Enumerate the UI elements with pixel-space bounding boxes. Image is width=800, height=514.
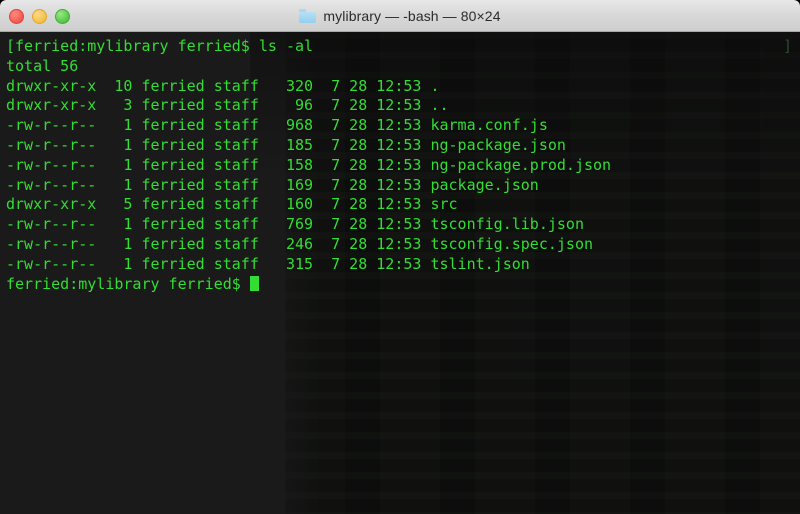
listing-row: -rw-r--r-- 1 ferried staff 185 7 28 12:5… xyxy=(6,135,566,154)
minimize-button[interactable] xyxy=(32,8,47,24)
command-line: [ferried:mylibrary ferried$ ls -al xyxy=(6,37,800,57)
prompt-text: ferried:mylibrary ferried$ xyxy=(6,274,250,293)
prompt-line: ferried:mylibrary ferried$ xyxy=(6,275,800,295)
folder-icon xyxy=(299,9,317,23)
listing-row: -rw-r--r-- 1 ferried staff 769 7 28 12:5… xyxy=(6,215,584,234)
listing-row: -rw-r--r-- 1 ferried staff 169 7 28 12:5… xyxy=(6,175,539,194)
listing-row: drwxr-xr-x 10 ferried staff 320 7 28 12:… xyxy=(6,76,440,95)
close-button[interactable] xyxy=(9,8,24,24)
directory-listing: drwxr-xr-x 10 ferried staff 320 7 28 12:… xyxy=(6,77,800,275)
listing-row: -rw-r--r-- 1 ferried staff 246 7 28 12:5… xyxy=(6,234,593,253)
maximize-button[interactable] xyxy=(55,8,70,24)
traffic-light-group xyxy=(9,0,70,32)
listing-row: -rw-r--r-- 1 ferried staff 158 7 28 12:5… xyxy=(6,155,612,174)
terminal-body[interactable]: ] [ferried:mylibrary ferried$ ls -al tot… xyxy=(0,32,800,514)
text-cursor xyxy=(249,275,259,291)
title-bar[interactable]: mylibrary — -bash — 80×24 xyxy=(0,0,800,32)
listing-row: -rw-r--r-- 1 ferried staff 968 7 28 12:5… xyxy=(6,116,548,135)
window-title: mylibrary — -bash — 80×24 xyxy=(323,8,501,24)
listing-row: -rw-r--r-- 1 ferried staff 315 7 28 12:5… xyxy=(6,254,530,273)
total-line: total 56 xyxy=(6,56,79,75)
terminal-screen[interactable]: [ferried:mylibrary ferried$ ls -al total… xyxy=(0,32,800,514)
terminal-window: mylibrary — -bash — 80×24 ] [ferried:myl… xyxy=(0,0,800,514)
title-bar-center: mylibrary — -bash — 80×24 xyxy=(0,0,800,32)
command-line-text: [ferried:mylibrary ferried$ ls -al xyxy=(6,37,314,55)
listing-row: drwxr-xr-x 3 ferried staff 96 7 28 12:53… xyxy=(6,96,449,115)
listing-row: drwxr-xr-x 5 ferried staff 160 7 28 12:5… xyxy=(6,195,458,214)
